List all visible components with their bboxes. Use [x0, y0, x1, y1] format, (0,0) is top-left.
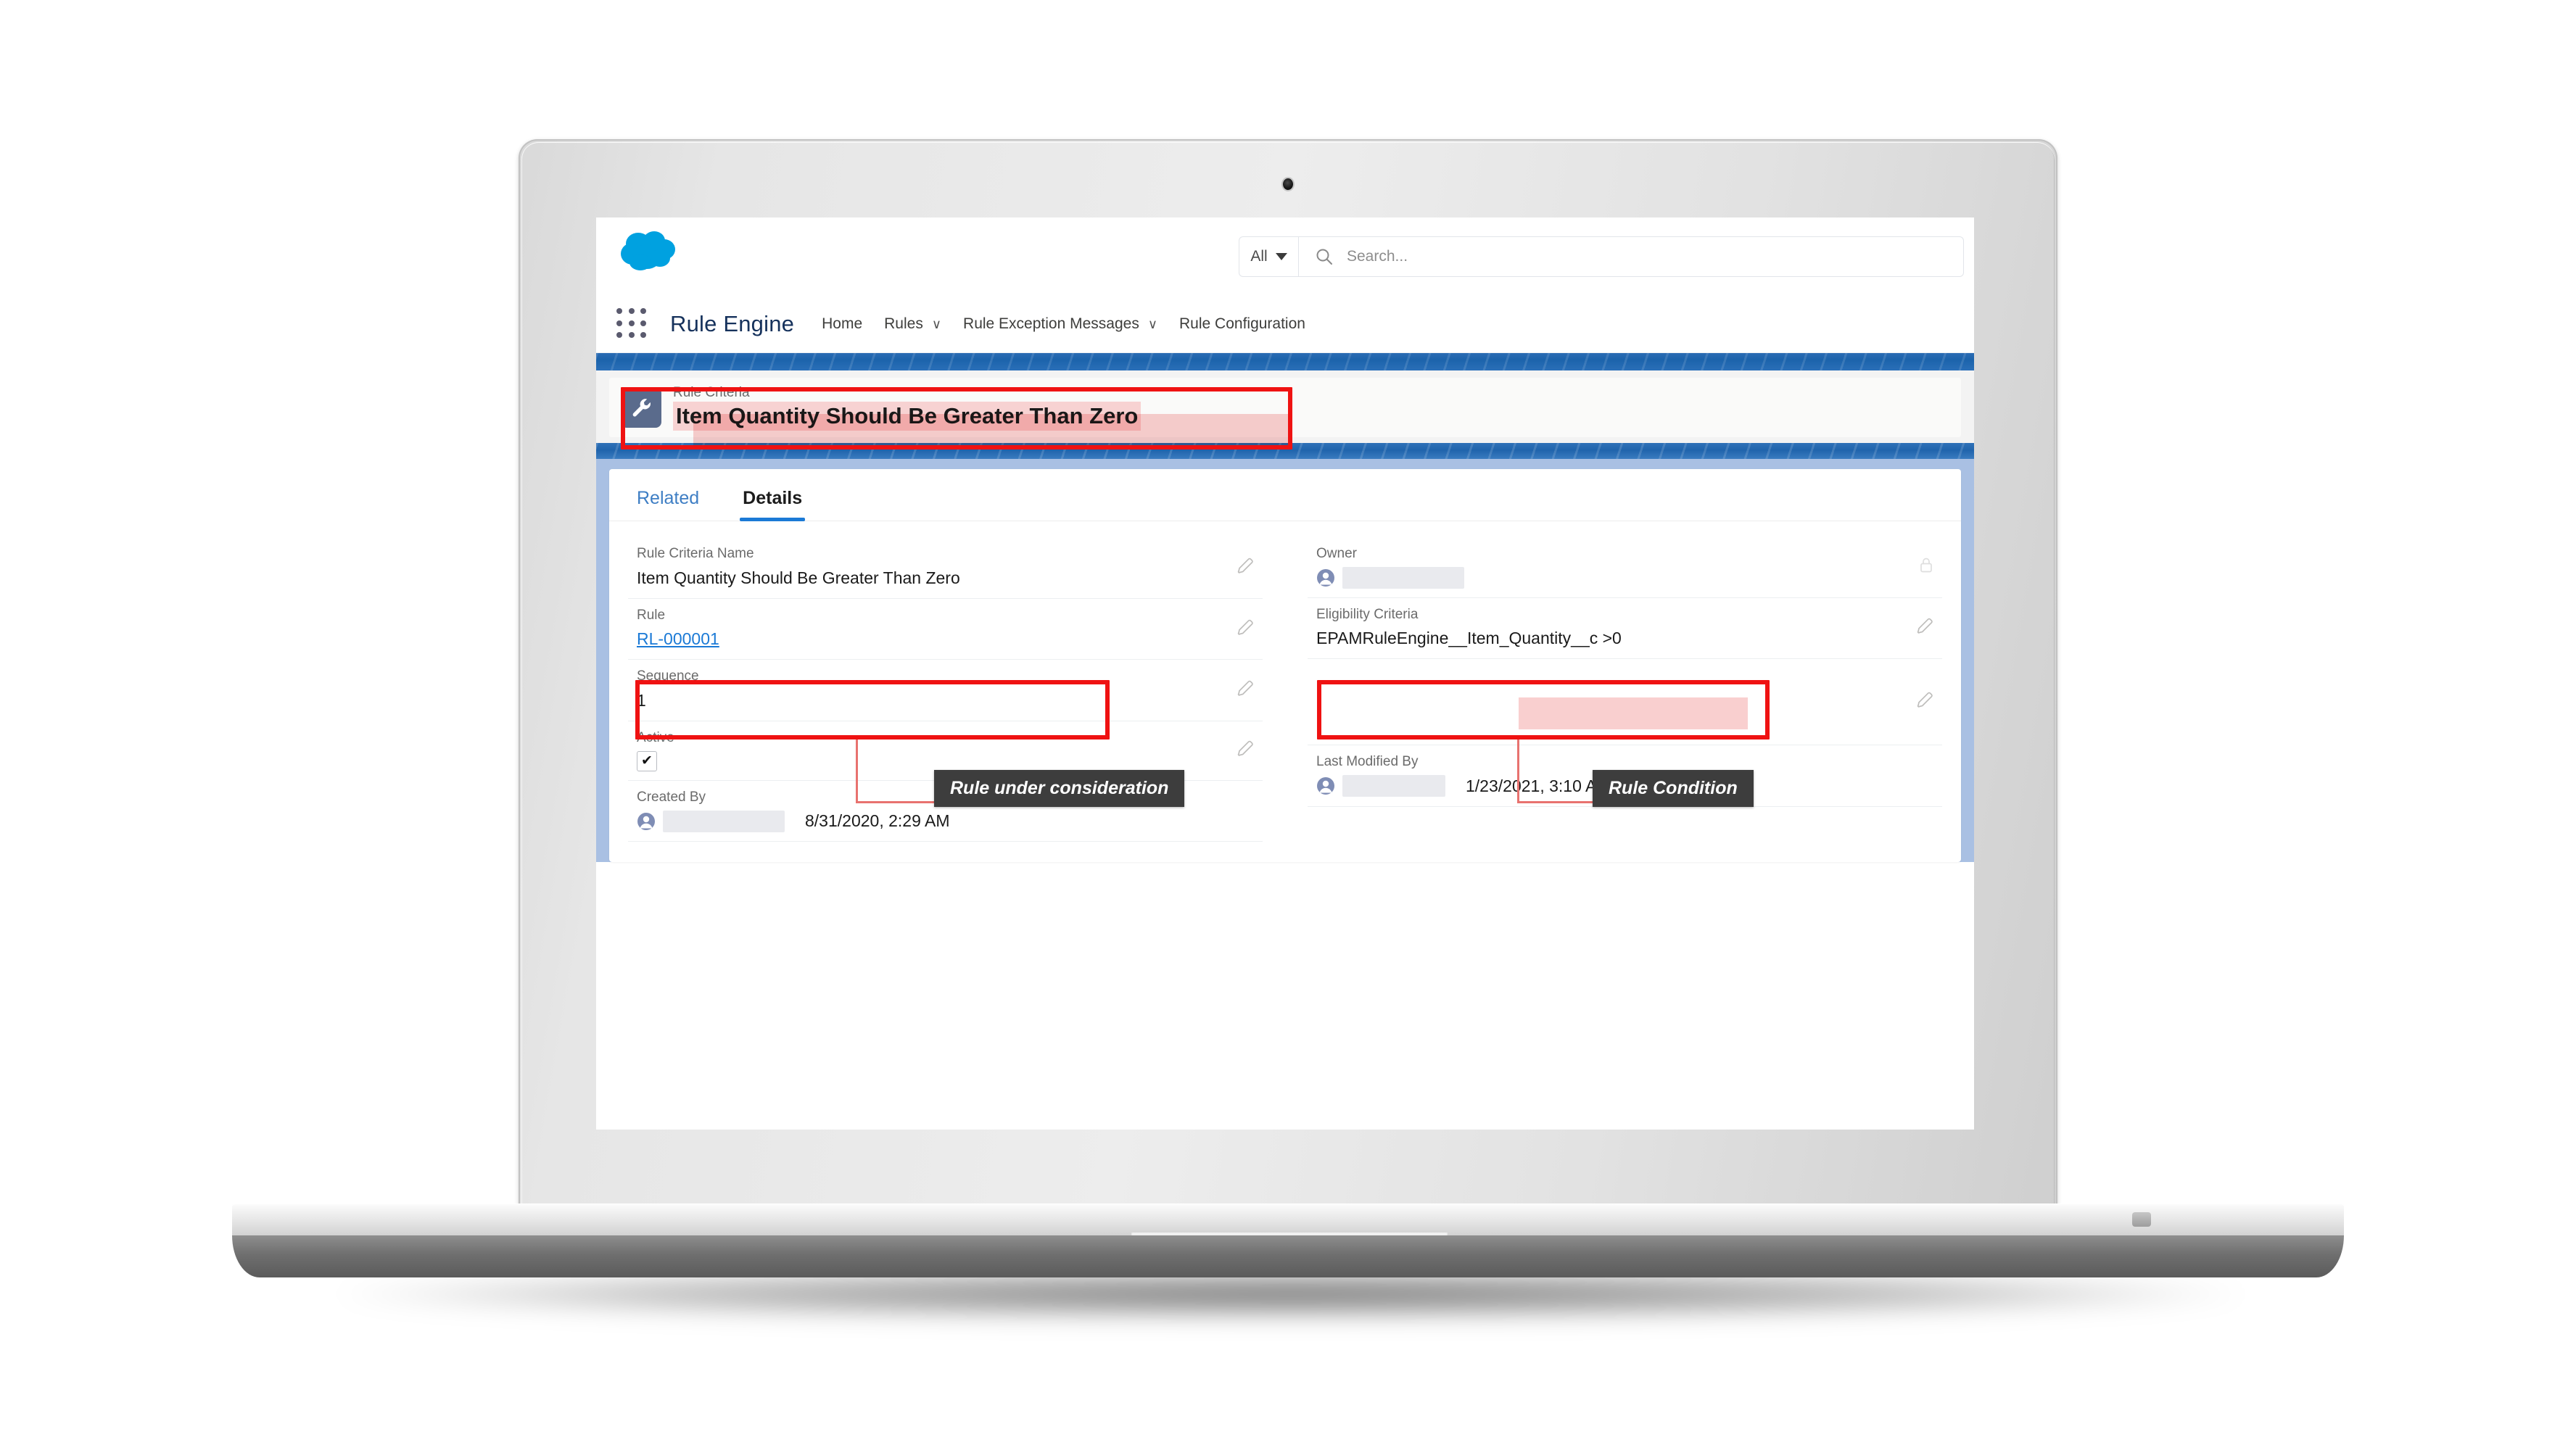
pencil-icon[interactable] [1237, 556, 1255, 579]
record-detail-zone: Related Details Rule Criteria Name Item … [596, 459, 1974, 863]
chevron-down-icon [1275, 253, 1287, 260]
field-sequence: Sequence 1 [628, 660, 1263, 722]
nav-item-label: Home [822, 315, 863, 332]
pencil-icon[interactable] [1237, 740, 1255, 762]
field-owner: Owner [1308, 537, 1942, 598]
search-icon [1315, 247, 1334, 266]
nav-item-rules[interactable]: Rules ∨ [884, 315, 941, 333]
last-modified-date: 1/23/2021, 3:10 AM [1466, 776, 1611, 795]
nav-item-rule-configuration[interactable]: Rule Configuration [1179, 315, 1305, 333]
pencil-icon[interactable] [1916, 691, 1935, 713]
field-label: Owner [1316, 546, 1357, 561]
user-avatar-icon [1316, 568, 1335, 587]
field-label: Rule [637, 607, 666, 623]
nav-item-home[interactable]: Home [822, 315, 862, 333]
chevron-down-icon: ∨ [1147, 317, 1158, 331]
search-scope-label: All [1250, 248, 1268, 265]
created-date: 8/31/2020, 2:29 AM [805, 811, 950, 831]
tab-related[interactable]: Related [637, 488, 699, 521]
field-active: Active ✔ [628, 721, 1263, 781]
laptop-screen: All Search... Rule Engine Home Rules ∨ R… [596, 218, 1974, 1130]
global-search-bar[interactable]: All Search... [1239, 236, 1964, 277]
field-label: Active [637, 730, 674, 746]
redacted-user-name [663, 810, 785, 832]
field-value: ✔ [637, 750, 1222, 771]
tab-details[interactable]: Details [740, 488, 806, 521]
salesforce-cloud-logo [616, 228, 683, 273]
salesforce-global-header: All Search... [596, 218, 1974, 296]
page-title: Item Quantity Should Be Greater Than Zer… [673, 401, 1142, 431]
app-name-label: Rule Engine [670, 311, 795, 336]
pencil-icon[interactable] [1916, 617, 1935, 639]
decorative-blue-banner-bottom [596, 443, 1974, 459]
field-rule-criteria-name: Rule Criteria Name Item Quantity Should … [628, 537, 1263, 599]
app-launcher-grid-icon[interactable] [616, 308, 648, 340]
pencil-icon[interactable] [1237, 618, 1255, 640]
search-scope-selector[interactable]: All [1239, 237, 1299, 276]
field-value: 8/31/2020, 2:29 AM [637, 810, 1222, 832]
details-left-column: Rule Criteria Name Item Quantity Should … [628, 537, 1284, 842]
field-label: Last Modified By [1316, 754, 1419, 770]
field-eligibility-criteria: Eligibility Criteria EPAMRuleEngine__Ite… [1308, 598, 1942, 660]
redacted-user-name [1342, 775, 1445, 798]
field-label: Sequence [637, 668, 699, 684]
field-last-modified-by: Last Modified By 1/23/2021, 3:10 AM [1308, 745, 1942, 808]
record-page-body: Rule Criteria Item Quantity Should Be Gr… [596, 370, 1974, 863]
laptop-indicator [2132, 1212, 2151, 1227]
record-header-text: Rule Criteria Item Quantity Should Be Gr… [673, 384, 1142, 431]
nav-item-rule-exception-messages[interactable]: Rule Exception Messages ∨ [963, 315, 1157, 333]
lock-icon [1917, 557, 1935, 578]
field-value: EPAMRuleEngine__Item_Quantity__c >0 [1316, 629, 1622, 648]
redacted-owner-name [1342, 566, 1464, 589]
webcam-icon [1283, 178, 1293, 190]
nav-item-label: Rules [884, 315, 923, 332]
pencil-icon[interactable] [1237, 679, 1255, 702]
nav-item-label: Rule Configuration [1179, 315, 1305, 332]
field-value: 1/23/2021, 3:10 AM [1316, 775, 1902, 798]
field-rule: Rule RL-000001 [628, 599, 1263, 660]
field-value: 1 [637, 691, 646, 710]
active-checkbox[interactable]: ✔ [637, 750, 657, 771]
laptop-mockup: All Search... Rule Engine Home Rules ∨ R… [0, 0, 2576, 1450]
chevron-down-icon: ∨ [931, 317, 942, 331]
rule-record-link[interactable]: RL-000001 [637, 628, 719, 650]
field-label: Eligibility Criteria [1316, 606, 1419, 622]
record-tabs: Related Details [609, 469, 1961, 521]
field-label: Rule Criteria Name [637, 546, 754, 561]
laptop-base-front [232, 1235, 2344, 1277]
decorative-blue-banner-top [596, 353, 1974, 370]
record-object-label: Rule Criteria [673, 384, 750, 400]
user-avatar-icon [1316, 776, 1335, 795]
field-spacer [1308, 659, 1942, 746]
field-value: RL-000001 [637, 628, 1222, 650]
nav-item-label: Rule Exception Messages [963, 315, 1139, 332]
field-label: Created By [637, 789, 706, 805]
record-header: Rule Criteria Item Quantity Should Be Gr… [609, 378, 1961, 437]
nav-item-list: Home Rules ∨ Rule Exception Messages ∨ R… [822, 315, 1305, 333]
details-right-column: Owner Eligibility Criteria EPAMRuleEngin… [1284, 537, 1942, 842]
field-value: Item Quantity Should Be Greater Than Zer… [637, 568, 960, 587]
user-avatar-icon [637, 812, 656, 831]
record-highlights-panel: Rule Criteria Item Quantity Should Be Gr… [596, 370, 1974, 443]
field-value [1316, 566, 1902, 589]
record-detail-card: Related Details Rule Criteria Name Item … [609, 469, 1961, 863]
details-field-grid: Rule Criteria Name Item Quantity Should … [609, 521, 1961, 842]
wrench-icon [621, 387, 661, 428]
field-created-by: Created By 8/31/2020, 2:29 AM [628, 781, 1263, 842]
app-navigation-bar: Rule Engine Home Rules ∨ Rule Exception … [596, 296, 1974, 353]
search-input[interactable]: Search... [1347, 248, 1408, 265]
